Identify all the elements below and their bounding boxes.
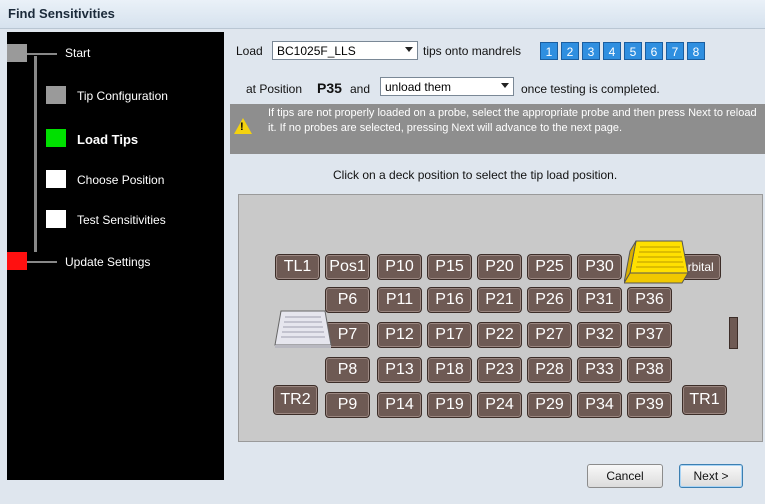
deck-position-p8[interactable]: P8 [325,357,370,383]
mandrel-button-3[interactable]: 3 [582,42,600,60]
deck-position-p39[interactable]: P39 [627,392,672,418]
deck-position-p20[interactable]: P20 [477,254,522,280]
step-label: Update Settings [65,255,151,269]
warning-message: If tips are not properly loaded on a pro… [268,107,757,134]
selected-tip-rack-icon [624,240,689,284]
step-connector [27,53,57,55]
step-load-tips: Load Tips [7,129,224,149]
step-label: Choose Position [77,173,165,187]
step-status-square [7,44,27,62]
mandrel-button-2[interactable]: 2 [561,42,579,60]
step-label: Tip Configuration [77,89,168,103]
tip-rack-plate-icon [274,310,332,348]
load-label: Load [236,44,263,58]
deck-position-p19[interactable]: P19 [427,392,472,418]
deck-position-p37[interactable]: P37 [627,322,672,348]
step-update-settings: Update Settings [7,252,224,272]
step-label: Test Sensitivities [77,213,166,227]
deck-position-p25[interactable]: P25 [527,254,572,280]
deck-layout: TL1 Pos1 P10 P15 P20 P25 P30 Orbital P6 … [238,194,763,442]
title-bar: Find Sensitivities [0,0,765,29]
step-status-square [46,170,66,188]
deck-side-rail [729,317,738,349]
deck-position-p11[interactable]: P11 [377,287,422,313]
step-choose-position: Choose Position [7,170,224,190]
next-button[interactable]: Next > [679,464,743,488]
and-label: and [350,82,371,96]
step-status-square [46,86,66,104]
mandrel-button-8[interactable]: 8 [687,42,705,60]
deck-position-p31[interactable]: P31 [577,287,622,313]
deck-position-p16[interactable]: P16 [427,287,472,313]
deck-position-tr2[interactable]: TR2 [273,385,318,415]
step-status-square [46,129,66,147]
mandrel-button-4[interactable]: 4 [603,42,621,60]
step-tip-configuration: Tip Configuration [7,86,224,106]
deck-position-p28[interactable]: P28 [527,357,572,383]
step-label: Load Tips [77,132,139,147]
instruction-text: Click on a deck position to select the t… [333,168,618,182]
after-test-action-value: unload them [385,80,452,94]
deck-position-p17[interactable]: P17 [427,322,472,348]
deck-position-p13[interactable]: P13 [377,357,422,383]
deck-position-p32[interactable]: P32 [577,322,622,348]
deck-position-p30[interactable]: P30 [577,254,622,280]
step-status-square [7,252,27,270]
cancel-button[interactable]: Cancel [587,464,663,488]
deck-position-pos1[interactable]: Pos1 [325,254,370,280]
deck-position-p22[interactable]: P22 [477,322,522,348]
step-connector [27,261,57,263]
deck-position-p23[interactable]: P23 [477,357,522,383]
deck-position-p26[interactable]: P26 [527,287,572,313]
main-panel: Load BC1025F_LLS tips onto mandrels 1 2 … [230,32,765,488]
tip-type-dropdown[interactable]: BC1025F_LLS [272,41,418,60]
tip-type-value: BC1025F_LLS [277,44,356,58]
after-test-action-dropdown[interactable]: unload them [380,77,514,96]
warning-banner: ! If tips are not properly loaded on a p… [230,104,765,154]
deck-position-p34[interactable]: P34 [577,392,622,418]
step-label: Start [65,46,91,60]
deck-position-tl1[interactable]: TL1 [275,254,320,280]
mandrel-button-7[interactable]: 7 [666,42,684,60]
position-value: P35 [317,80,342,96]
warning-icon: ! [234,118,252,134]
at-position-label: at Position [246,82,303,96]
deck-position-p14[interactable]: P14 [377,392,422,418]
mandrel-button-1[interactable]: 1 [540,42,558,60]
deck-position-tr1[interactable]: TR1 [682,385,727,415]
step-status-square [46,210,66,228]
chevron-down-icon [405,47,413,52]
chevron-down-icon [501,83,509,88]
step-test-sensitivities: Test Sensitivities [7,210,224,230]
wizard-step-sidebar: Start Tip Configuration Load Tips Choose… [7,32,224,480]
deck-position-p38[interactable]: P38 [627,357,672,383]
deck-position-p12[interactable]: P12 [377,322,422,348]
deck-position-p27[interactable]: P27 [527,322,572,348]
tips-onto-label: tips onto mandrels [423,44,522,58]
deck-position-p15[interactable]: P15 [427,254,472,280]
deck-position-p21[interactable]: P21 [477,287,522,313]
deck-position-p10[interactable]: P10 [377,254,422,280]
deck-position-p29[interactable]: P29 [527,392,572,418]
step-start: Start [7,44,224,64]
mandrel-button-6[interactable]: 6 [645,42,663,60]
deck-position-p36[interactable]: P36 [627,287,672,313]
window-title: Find Sensitivities [8,6,115,21]
deck-position-p33[interactable]: P33 [577,357,622,383]
deck-position-p24[interactable]: P24 [477,392,522,418]
deck-position-p9[interactable]: P9 [325,392,370,418]
completion-label: once testing is completed. [521,82,660,96]
deck-position-p18[interactable]: P18 [427,357,472,383]
mandrel-button-5[interactable]: 5 [624,42,642,60]
